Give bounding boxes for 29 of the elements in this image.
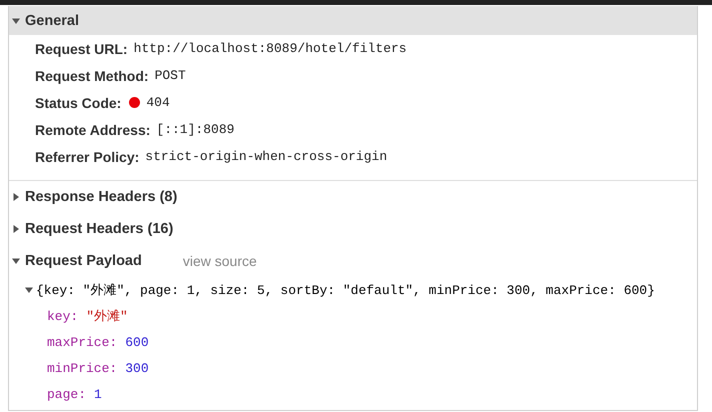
field-value: [::1]:8089 [156, 122, 234, 137]
view-source-link[interactable]: view source [182, 253, 257, 269]
property-key: key: [47, 308, 78, 324]
field-label: Remote Address: [35, 122, 150, 138]
caret-down-icon[interactable] [12, 257, 20, 265]
field-value: 404 [146, 95, 170, 110]
field-label: Request URL: [35, 40, 128, 56]
property-key: maxPrice: [47, 334, 118, 350]
property-value: 600 [125, 334, 149, 350]
field-label: Request Method: [35, 68, 149, 84]
field-label: Status Code: [35, 94, 122, 110]
property-value: "外滩" [86, 308, 128, 325]
section-header[interactable]: Response Headers (8) [25, 189, 178, 205]
property-value: 300 [125, 360, 149, 376]
caret-down-icon[interactable] [25, 286, 33, 294]
payload-summary: {key: "外滩", page: 1, size: 5, sortBy: "default", minPrice: 300, maxPrice: 600} [36, 282, 655, 299]
property-key: minPrice: [47, 360, 118, 376]
field-value: http://localhost:8089/hotel/filters [134, 41, 407, 56]
caret-down-icon[interactable] [12, 16, 20, 24]
field-label: Referrer Policy: [35, 148, 140, 164]
field-value: POST [154, 68, 186, 83]
section-header[interactable]: General [25, 12, 79, 28]
caret-right-icon[interactable] [12, 193, 20, 201]
property-key: page: [47, 386, 86, 402]
section-header[interactable]: Request Headers (16) [25, 221, 174, 237]
property-value: 1 [94, 386, 102, 402]
field-value: strict-origin-when-cross-origin [145, 149, 388, 164]
caret-right-icon[interactable] [12, 225, 20, 233]
section-header[interactable]: Request Payload [25, 253, 142, 269]
